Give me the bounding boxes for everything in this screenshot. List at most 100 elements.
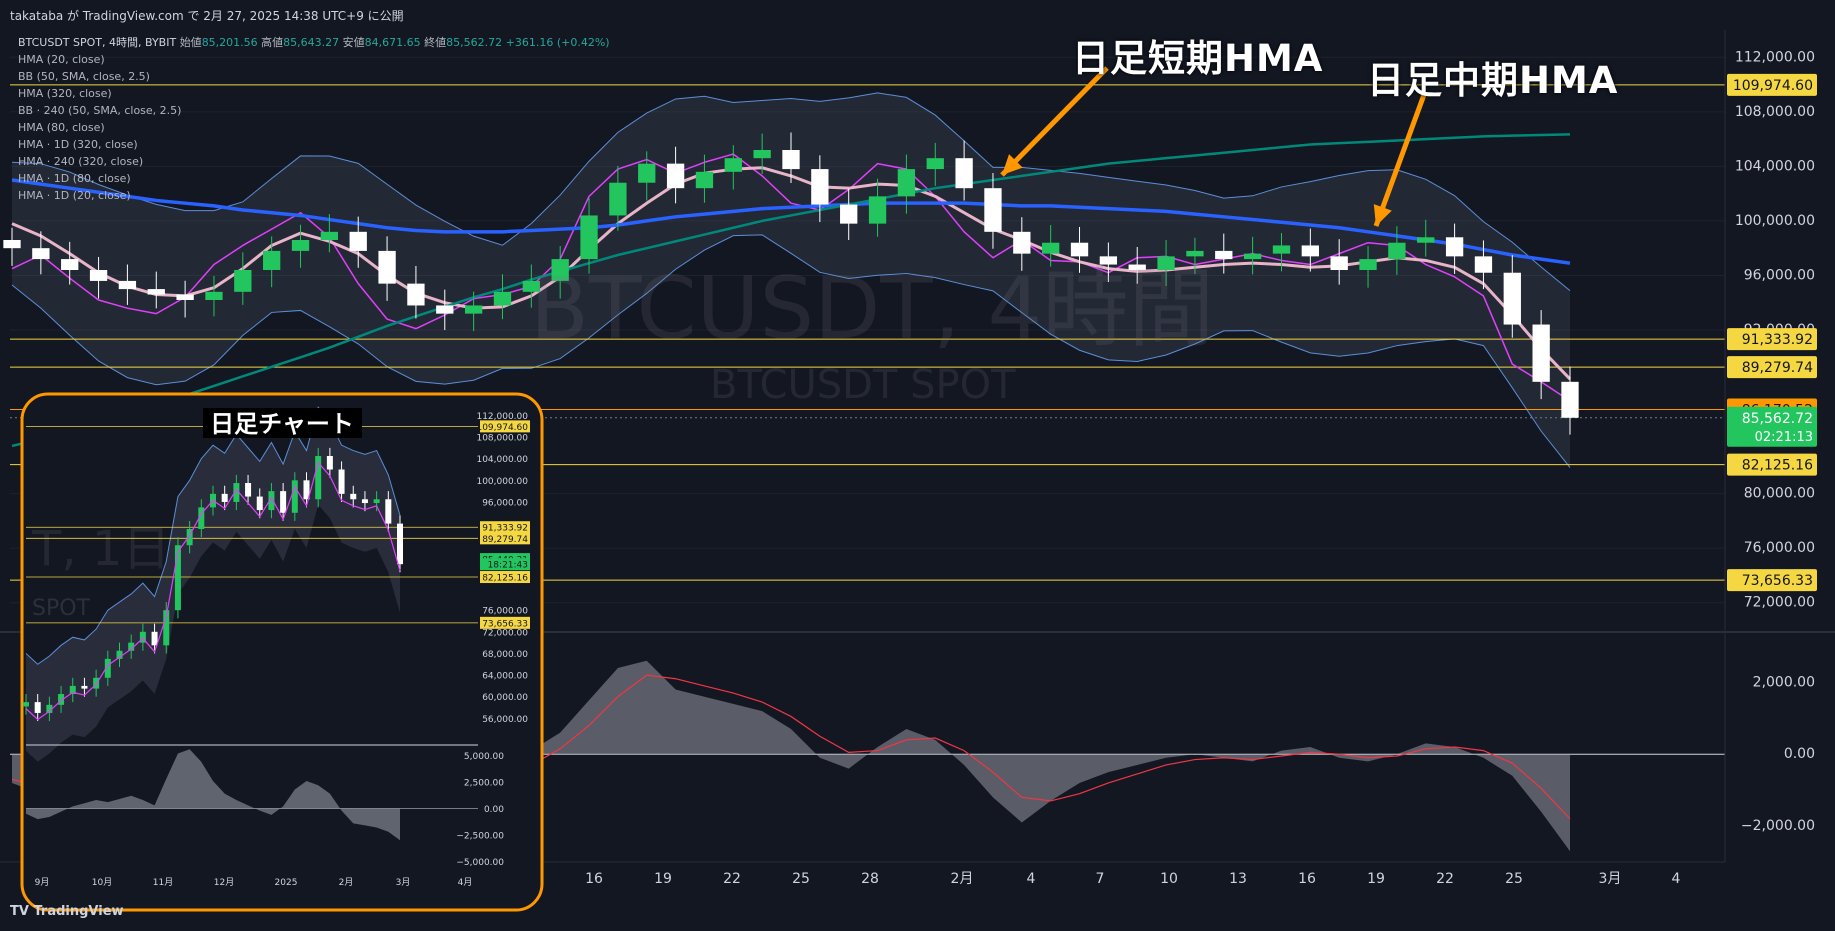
price-level-tag-text: 82,125.16 (1742, 458, 1813, 474)
inset-price-label: 64,000.00 (482, 672, 528, 682)
legend-open-label: 始値 (179, 36, 202, 49)
price-axis: 112,000.00 108,000.00 104,000.00 100,000.00… (1724, 0, 1817, 862)
legend-indicator[interactable]: HMA · 240 (320, close) (18, 153, 610, 170)
time-tick-label: 4 (1027, 871, 1036, 887)
price-level-tag-text: 91,333.92 (1742, 332, 1813, 348)
time-tick-label: 16 (585, 871, 603, 887)
inset-price-label: 82,125.16 (482, 574, 528, 584)
inset-candle-body (350, 493, 357, 500)
price-level-tag-text: 73,656.33 (1742, 573, 1813, 589)
time-tick-label: 22 (1436, 871, 1454, 887)
inset-candle-body (338, 469, 345, 494)
inset-title: 日足チャート (210, 410, 354, 438)
tradingview-logo-icon: 𝗧𝗩 (10, 904, 34, 919)
candle-body (1561, 381, 1579, 418)
candle-body (407, 283, 425, 306)
inset-candle-body (34, 702, 41, 713)
candle-body (897, 169, 916, 197)
daily-inset-chart: T, 1日SPOT日足チャート 112,000.00109,974.60108,0… (20, 392, 544, 912)
time-tick-label: 3月 (1599, 871, 1622, 887)
inset-candle-body (151, 631, 158, 646)
inset-candle-body (385, 499, 392, 524)
legend-indicator[interactable]: HMA · 1D (20, close) (18, 187, 610, 204)
inset-time-label: 9月 (35, 877, 50, 888)
candle-body (811, 169, 829, 205)
inset-price-label: 76,000.00 (482, 607, 528, 617)
time-tick-label: 2月 (951, 871, 974, 887)
candle-body (666, 163, 685, 189)
inset-price-label: 72,000.00 (482, 628, 528, 638)
time-tick-label: 13 (1229, 871, 1247, 887)
watermark-sub: BTCUSDT SPOT (710, 362, 1016, 408)
chart-page: 112,000.00 108,000.00 104,000.00 100,000.00… (0, 0, 1835, 931)
candle-body (1532, 324, 1550, 382)
inset-price-label: 96,000.00 (482, 498, 528, 508)
candle-body (609, 182, 627, 216)
inset-candle-body (256, 496, 263, 511)
inset-hist-label: 0.00 (484, 805, 504, 815)
candle-body (724, 158, 742, 172)
legend-indicator[interactable]: HMA (80, close) (18, 119, 610, 136)
candle-body (1359, 259, 1377, 270)
publish-line: takataba が TradingView.com で 2月 27, 2025… (10, 9, 404, 23)
candle-body (638, 163, 656, 183)
legend-indicator[interactable]: HMA · 1D (320, close) (18, 136, 610, 153)
candle-body (118, 280, 137, 290)
inset-time-label: 2025 (275, 878, 298, 888)
osc-tick-label: −2,000.00 (1741, 818, 1815, 834)
candle-body (1301, 245, 1319, 257)
inset-candle-body (81, 685, 88, 689)
candle-body (205, 291, 223, 300)
price-tick-label: 96,000.00 (1744, 267, 1815, 283)
legend-indicator[interactable]: BB · 240 (50, SMA, close, 2.5) (18, 102, 610, 119)
inset-time-label: 2月 (339, 877, 354, 888)
time-tick-label: 19 (654, 871, 672, 887)
inset-price-label: 109,974.60 (476, 423, 528, 433)
inset-price-label: 89,279.74 (482, 535, 528, 545)
candle-body (868, 196, 887, 224)
legend-indicator[interactable]: BB (50, SMA, close, 2.5) (18, 68, 610, 85)
time-tick-label: 22 (723, 871, 741, 887)
time-tick-label: 10 (1160, 871, 1178, 887)
publish-header: takataba が TradingView.com で 2月 27, 2025… (0, 0, 1835, 30)
inset-candle-body (245, 483, 252, 497)
candle-body (1445, 237, 1464, 257)
legend-change: +361.16 (+0.42%) (505, 36, 610, 49)
legend-symbol-row[interactable]: BTCUSDT SPOT, 4時間, BYBIT 始値85,201.56 高値8… (18, 34, 610, 51)
candle-body (263, 250, 281, 270)
inset-candle-body (23, 702, 29, 707)
legend-indicator[interactable]: HMA (20, close) (18, 51, 610, 68)
candle-body (840, 204, 858, 224)
candle-body (753, 150, 771, 159)
inset-hist-label: −2,500.00 (456, 831, 504, 841)
legend-indicator[interactable]: HMA (320, close) (18, 85, 610, 102)
legend-high-value: 85,643.27 (283, 36, 340, 49)
price-tick-label: 100,000.00 (1735, 213, 1815, 229)
inset-candle-body (291, 480, 298, 513)
inset-hist-label: −5,000.00 (456, 858, 504, 868)
watermark-symbol: BTCUSDT, 4時間 (530, 259, 1215, 359)
legend-low-label: 安値 (342, 36, 365, 49)
legend-high-label: 高値 (261, 36, 284, 49)
candle-body (1388, 242, 1406, 260)
candle-body (493, 291, 512, 306)
inset-price-label: 56,000.00 (482, 715, 528, 725)
time-tick-label: 7 (1096, 871, 1105, 887)
legend-indicator[interactable]: HMA · 1D (80, close) (18, 170, 610, 187)
tradingview-logo[interactable]: 𝗧𝗩 TradingView (10, 904, 124, 919)
price-level-tag-text: 109,974.60 (1733, 78, 1813, 94)
legend-symbol[interactable]: BTCUSDT SPOT, 4時間, BYBIT (18, 36, 176, 49)
time-tick-label: 4 (1672, 871, 1681, 887)
inset-watermark-sub: SPOT (32, 596, 91, 621)
candle-body (955, 158, 973, 189)
tradingview-logo-text: TradingView (33, 904, 124, 919)
inset-candle-body (373, 499, 380, 504)
candle-body (61, 259, 79, 270)
annotation-short-hma: 日足短期HMA (1072, 37, 1324, 80)
candle-body (926, 158, 944, 170)
legend-close-value: 85,562.72 (446, 36, 503, 49)
time-tick-label: 16 (1298, 871, 1316, 887)
inset-candle-body (221, 493, 228, 502)
inset-time-label: 10月 (92, 877, 112, 888)
arrow-short-hma (1000, 66, 1109, 177)
